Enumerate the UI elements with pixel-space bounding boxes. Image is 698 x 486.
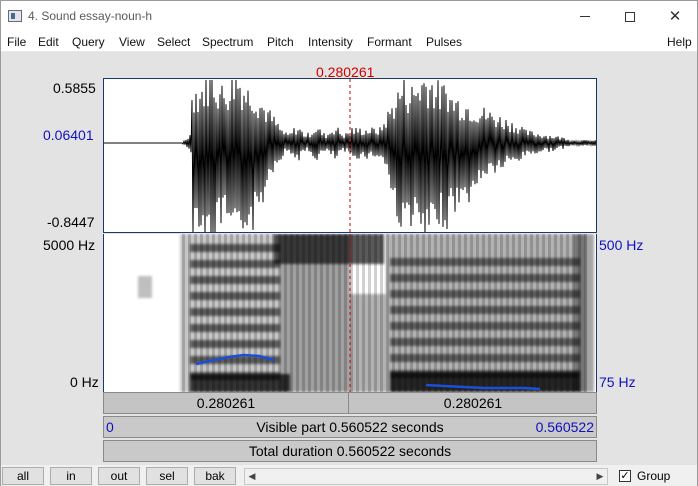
menu-edit[interactable]: Edit — [38, 35, 59, 49]
menu-view[interactable]: View — [119, 35, 145, 49]
bottom-toolbar: all in out sel bak ◀ ▶ ✓ Group — [1, 465, 697, 486]
visible-part-bar[interactable]: 0 Visible part 0.560522 seconds 0.560522 — [103, 416, 597, 438]
menu-pitch[interactable]: Pitch — [267, 35, 294, 49]
zoom-out-button[interactable]: out — [98, 467, 140, 485]
menu-bar: File Edit Query View Select Spectrum Pit… — [1, 32, 697, 52]
app-icon — [8, 10, 22, 22]
spectrogram-energy-band — [138, 276, 152, 298]
close-button[interactable]: ✕ — [652, 1, 698, 32]
spectrogram-bottom-freq-label: 0 Hz — [70, 374, 99, 390]
zoom-in-button[interactable]: in — [50, 467, 92, 485]
menu-query[interactable]: Query — [72, 35, 105, 49]
menu-help[interactable]: Help — [667, 35, 692, 49]
menu-select[interactable]: Select — [157, 35, 190, 49]
title-bar: 4. Sound essay-noun-h ✕ — [1, 1, 697, 32]
total-duration-bar[interactable]: Total duration 0.560522 seconds — [103, 440, 597, 462]
visible-end-label: 0.560522 — [535, 419, 594, 435]
maximize-icon — [625, 11, 635, 22]
menu-file[interactable]: File — [7, 35, 26, 49]
zoom-all-button[interactable]: all — [2, 467, 44, 485]
menu-intensity[interactable]: Intensity — [308, 35, 353, 49]
zoom-back-button[interactable]: bak — [194, 467, 236, 485]
maximize-button[interactable] — [607, 1, 653, 32]
menu-spectrum[interactable]: Spectrum — [202, 35, 253, 49]
waveform-zero-label: 0.06401 — [43, 127, 94, 143]
selection-left-duration[interactable]: 0.280261 — [104, 393, 349, 413]
spectrogram-panel[interactable] — [103, 234, 597, 392]
total-duration-label: Total duration 0.560522 seconds — [248, 443, 452, 459]
selection-bar: 0.280261 0.280261 — [103, 392, 597, 414]
minimize-icon — [580, 16, 590, 17]
spectrogram-top-freq-label: 5000 Hz — [43, 237, 96, 253]
group-label: Group — [637, 469, 671, 483]
visible-part-label: Visible part 0.560522 seconds — [256, 419, 444, 435]
close-icon: ✕ — [668, 8, 682, 25]
zoom-selection-button[interactable]: sel — [146, 467, 188, 485]
scroll-right-arrow-icon[interactable]: ▶ — [593, 469, 607, 484]
window-title: 4. Sound essay-noun-h — [28, 9, 153, 23]
waveform-max-label: 0.5855 — [53, 80, 96, 96]
selection-right-duration[interactable]: 0.280261 — [350, 393, 596, 413]
waveform-panel[interactable] — [103, 78, 597, 233]
pitch-bottom-label: 75 Hz — [599, 374, 636, 390]
pitch-top-label: 500 Hz — [599, 237, 644, 253]
menu-pulses[interactable]: Pulses — [426, 35, 462, 49]
menu-formant[interactable]: Formant — [367, 35, 412, 49]
waveform-trace — [104, 79, 596, 232]
group-checkbox[interactable]: ✓ — [619, 470, 631, 482]
time-scrollbar[interactable]: ◀ ▶ — [244, 468, 608, 485]
waveform-min-label: -0.8447 — [47, 214, 95, 230]
minimize-button[interactable] — [562, 1, 608, 32]
waveform-plot — [104, 79, 596, 232]
scroll-left-arrow-icon[interactable]: ◀ — [245, 469, 259, 484]
praat-sound-editor-window: 4. Sound essay-noun-h ✕ File Edit Query … — [0, 0, 698, 486]
spectrogram-plot — [104, 234, 596, 392]
